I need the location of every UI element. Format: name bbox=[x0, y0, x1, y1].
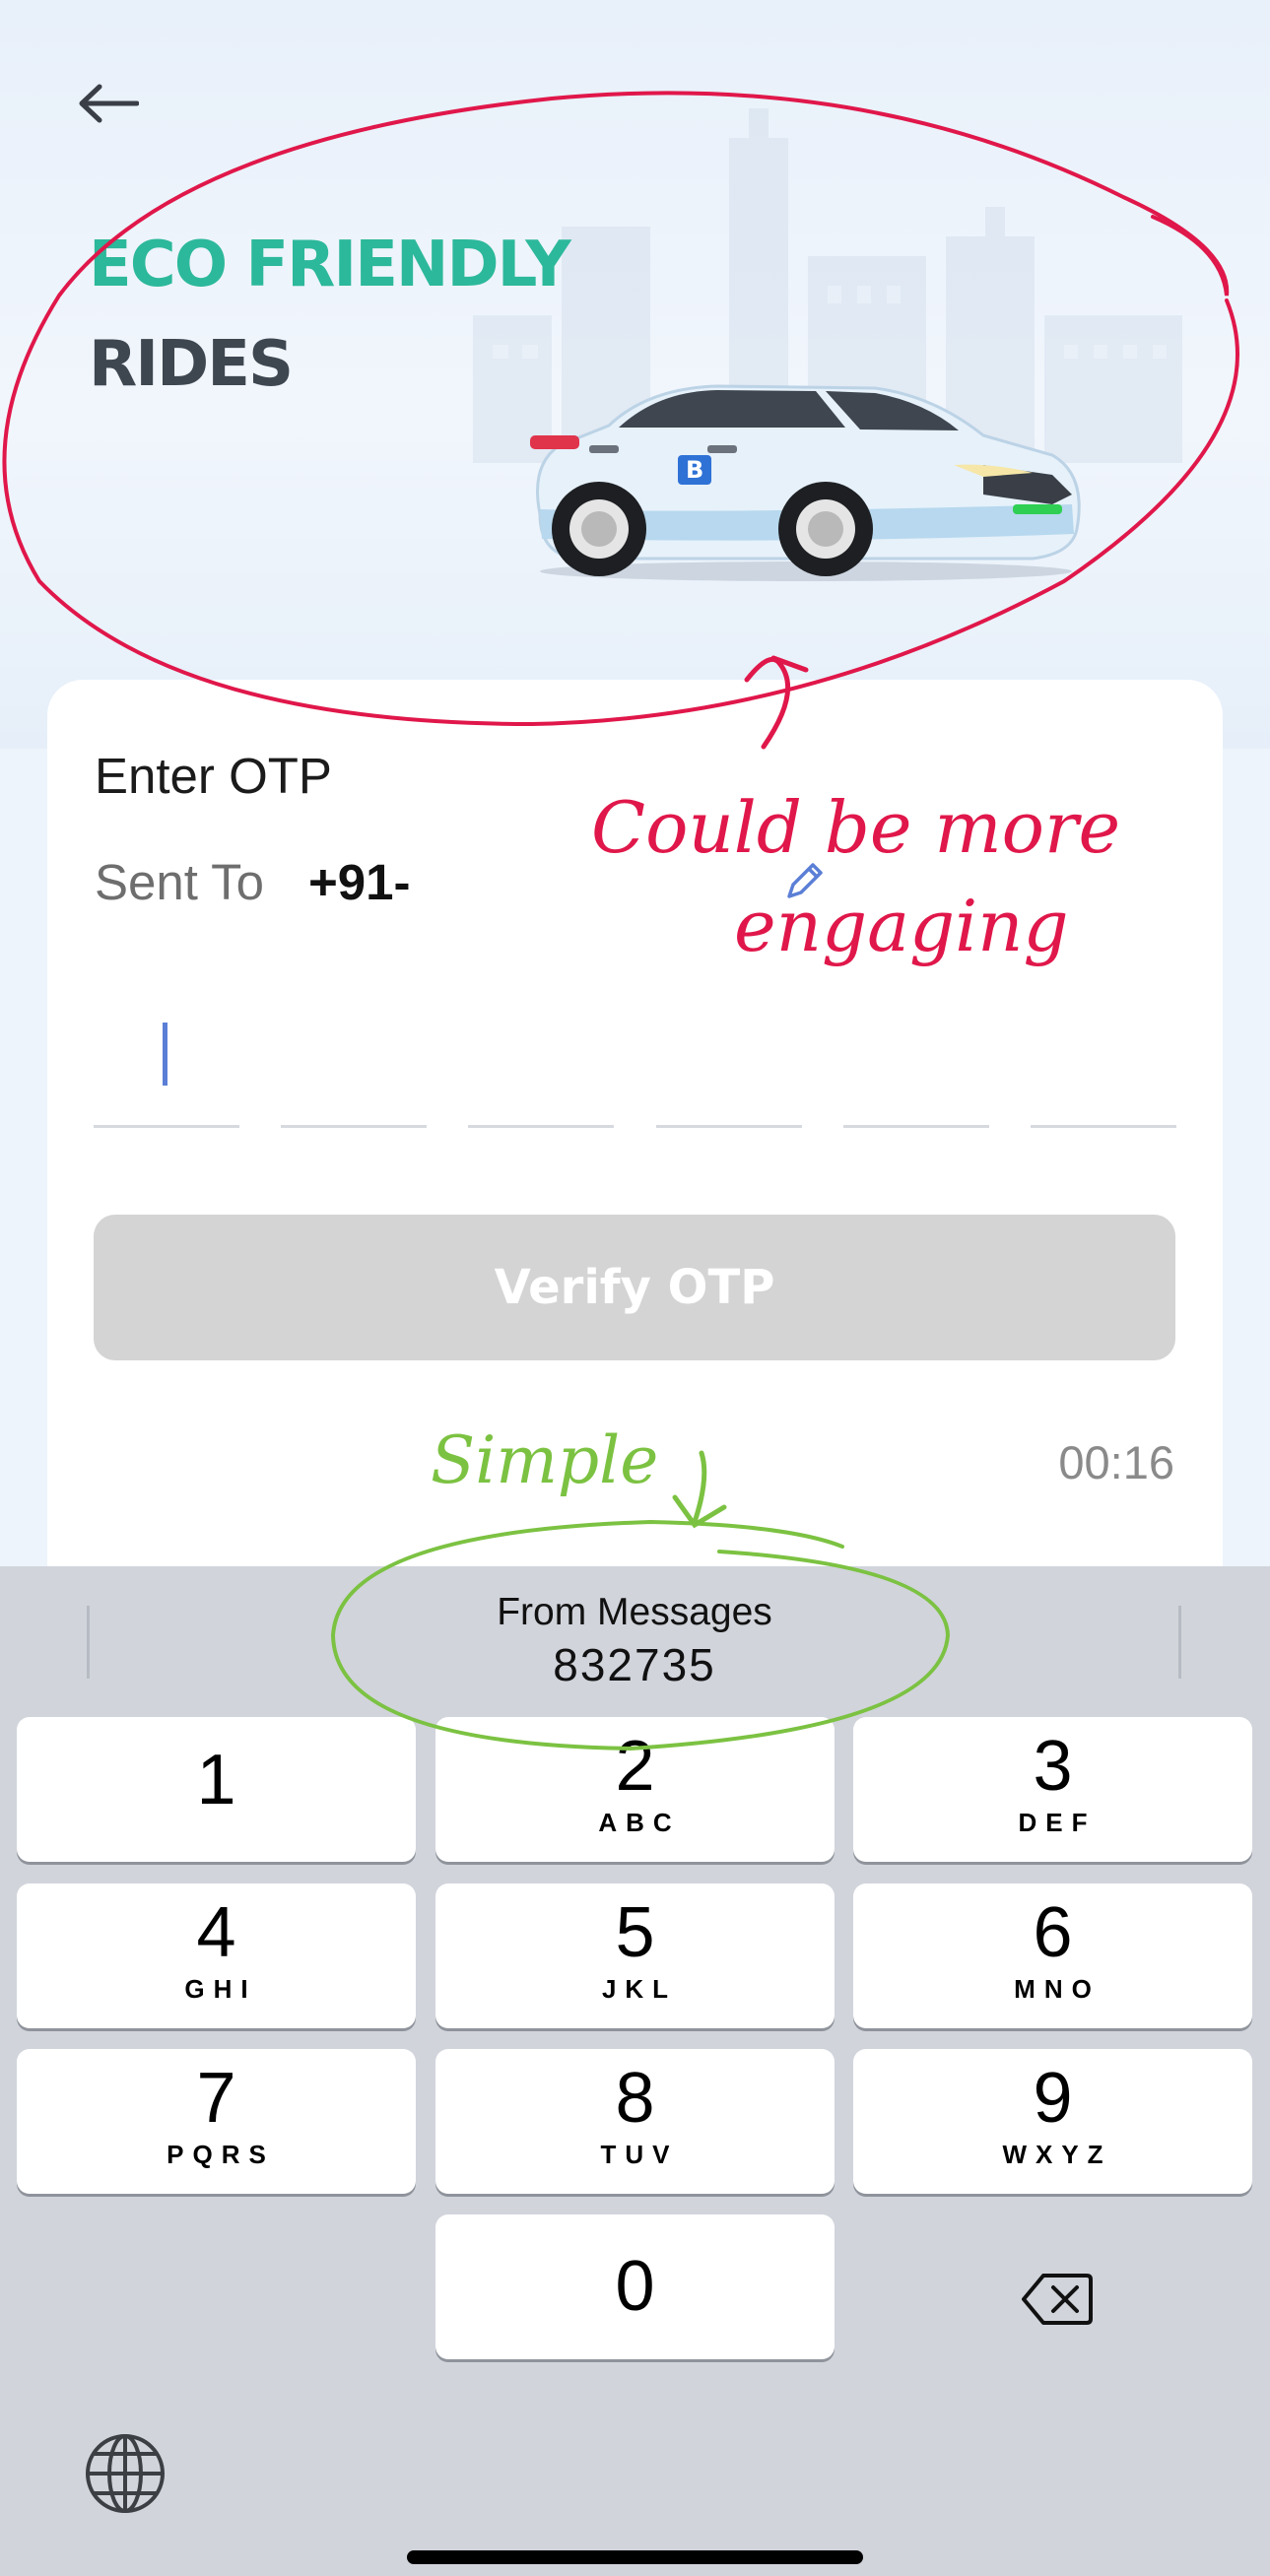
key-letters: GHI bbox=[184, 1974, 257, 2004]
suggestion-divider bbox=[1178, 1606, 1181, 1679]
key-digit: 4 bbox=[196, 1893, 236, 1972]
globe-icon bbox=[86, 2434, 165, 2513]
edit-phone-button[interactable] bbox=[783, 859, 827, 902]
otp-digit-input-2[interactable] bbox=[281, 975, 427, 1128]
verify-otp-button[interactable]: Verify OTP bbox=[94, 1215, 1175, 1360]
back-button[interactable] bbox=[69, 69, 148, 138]
delete-key[interactable] bbox=[988, 2245, 1126, 2353]
key-1[interactable]: 1 bbox=[17, 1717, 416, 1862]
key-digit: 2 bbox=[615, 1727, 655, 1806]
key-2[interactable]: 2 ABC bbox=[435, 1717, 835, 1862]
key-7[interactable]: 7 PQRS bbox=[17, 2049, 416, 2194]
otp-title: Enter OTP bbox=[95, 748, 332, 804]
key-6[interactable]: 6 MNO bbox=[853, 1883, 1252, 2028]
key-digit: 3 bbox=[1033, 1727, 1073, 1806]
key-4[interactable]: 4 GHI bbox=[17, 1883, 416, 2028]
globe-key[interactable] bbox=[77, 2425, 173, 2522]
text-caret bbox=[163, 1023, 167, 1086]
key-letters: TUV bbox=[600, 2140, 679, 2169]
otp-digit-input-4[interactable] bbox=[656, 975, 802, 1128]
suggestion-code: 832735 bbox=[553, 1639, 716, 1690]
key-digit: 8 bbox=[615, 2059, 655, 2138]
phone-number: +91- bbox=[308, 854, 411, 910]
otp-digit-input-3[interactable] bbox=[468, 975, 614, 1128]
key-letters: WXYZ bbox=[1002, 2140, 1112, 2169]
key-digit: 1 bbox=[196, 1741, 236, 1819]
key-digit: 0 bbox=[615, 2247, 655, 2326]
key-digit: 7 bbox=[196, 2059, 236, 2138]
key-letters: PQRS bbox=[167, 2140, 275, 2169]
hero-title-line2: RIDES bbox=[89, 328, 294, 401]
key-digit: 5 bbox=[615, 1893, 655, 1972]
resend-timer: 00:16 bbox=[1058, 1436, 1174, 1488]
key-letters: ABC bbox=[598, 1808, 681, 1837]
key-0[interactable]: 0 bbox=[435, 2214, 835, 2359]
otp-digit-input-6[interactable] bbox=[1031, 975, 1176, 1128]
arrow-left-icon bbox=[79, 84, 139, 123]
key-digit: 9 bbox=[1033, 2059, 1073, 2138]
key-8[interactable]: 8 TUV bbox=[435, 2049, 835, 2194]
key-digit: 6 bbox=[1033, 1893, 1073, 1972]
key-letters: DEF bbox=[1018, 1808, 1097, 1837]
hero-title-line1: ECO FRIENDLY bbox=[89, 229, 571, 301]
key-9[interactable]: 9 WXYZ bbox=[853, 2049, 1252, 2194]
key-letters: JKL bbox=[601, 1974, 678, 2004]
home-indicator bbox=[407, 2550, 863, 2564]
key-3[interactable]: 3 DEF bbox=[853, 1717, 1252, 1862]
key-letters: MNO bbox=[1014, 1974, 1101, 2004]
key-5[interactable]: 5 JKL bbox=[435, 1883, 835, 2028]
car-logo-letter: B bbox=[686, 456, 703, 484]
otp-autofill-suggestion[interactable]: From Messages 832735 bbox=[437, 1588, 832, 1696]
electric-car-illustration: B bbox=[530, 384, 1081, 581]
pencil-icon bbox=[787, 863, 823, 898]
otp-digit-input-5[interactable] bbox=[843, 975, 989, 1128]
sent-to-label: Sent To bbox=[95, 854, 265, 910]
hero-banner: ECO FRIENDLY RIDES B bbox=[0, 0, 1270, 749]
suggestion-source-label: From Messages bbox=[497, 1591, 772, 1633]
otp-card bbox=[47, 680, 1223, 1665]
suggestion-divider bbox=[87, 1606, 90, 1679]
backspace-icon bbox=[1022, 2274, 1093, 2325]
